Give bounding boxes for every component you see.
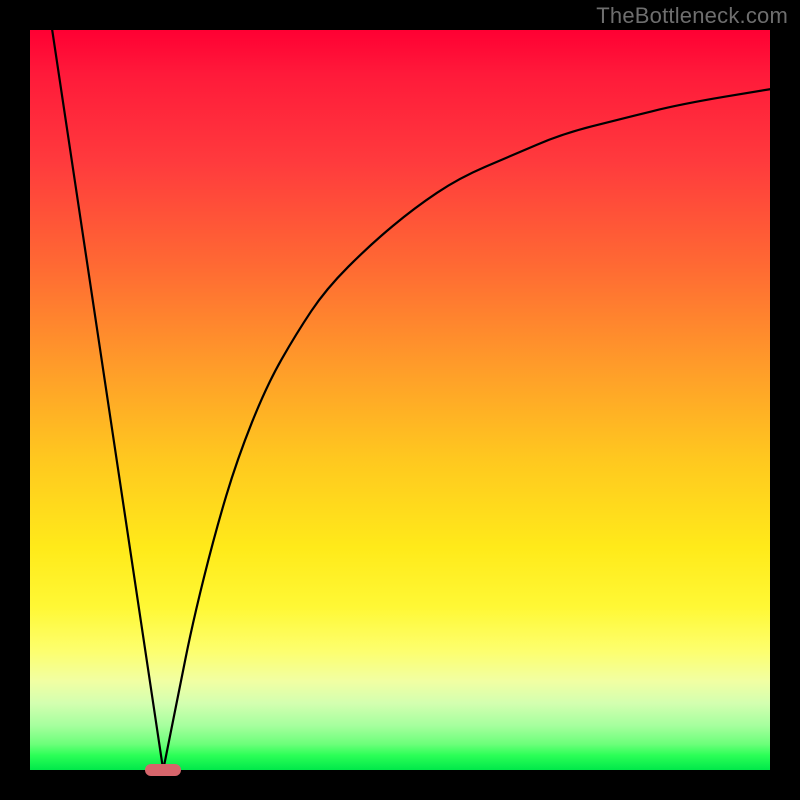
chart-curve-layer <box>30 30 770 770</box>
bottleneck-curve-right <box>163 89 770 770</box>
watermark: TheBottleneck.com <box>596 3 788 29</box>
chart-frame: TheBottleneck.com <box>0 0 800 800</box>
chart-plot-area <box>30 30 770 770</box>
bottleneck-curve-left <box>52 30 163 770</box>
minimum-marker <box>145 764 181 776</box>
